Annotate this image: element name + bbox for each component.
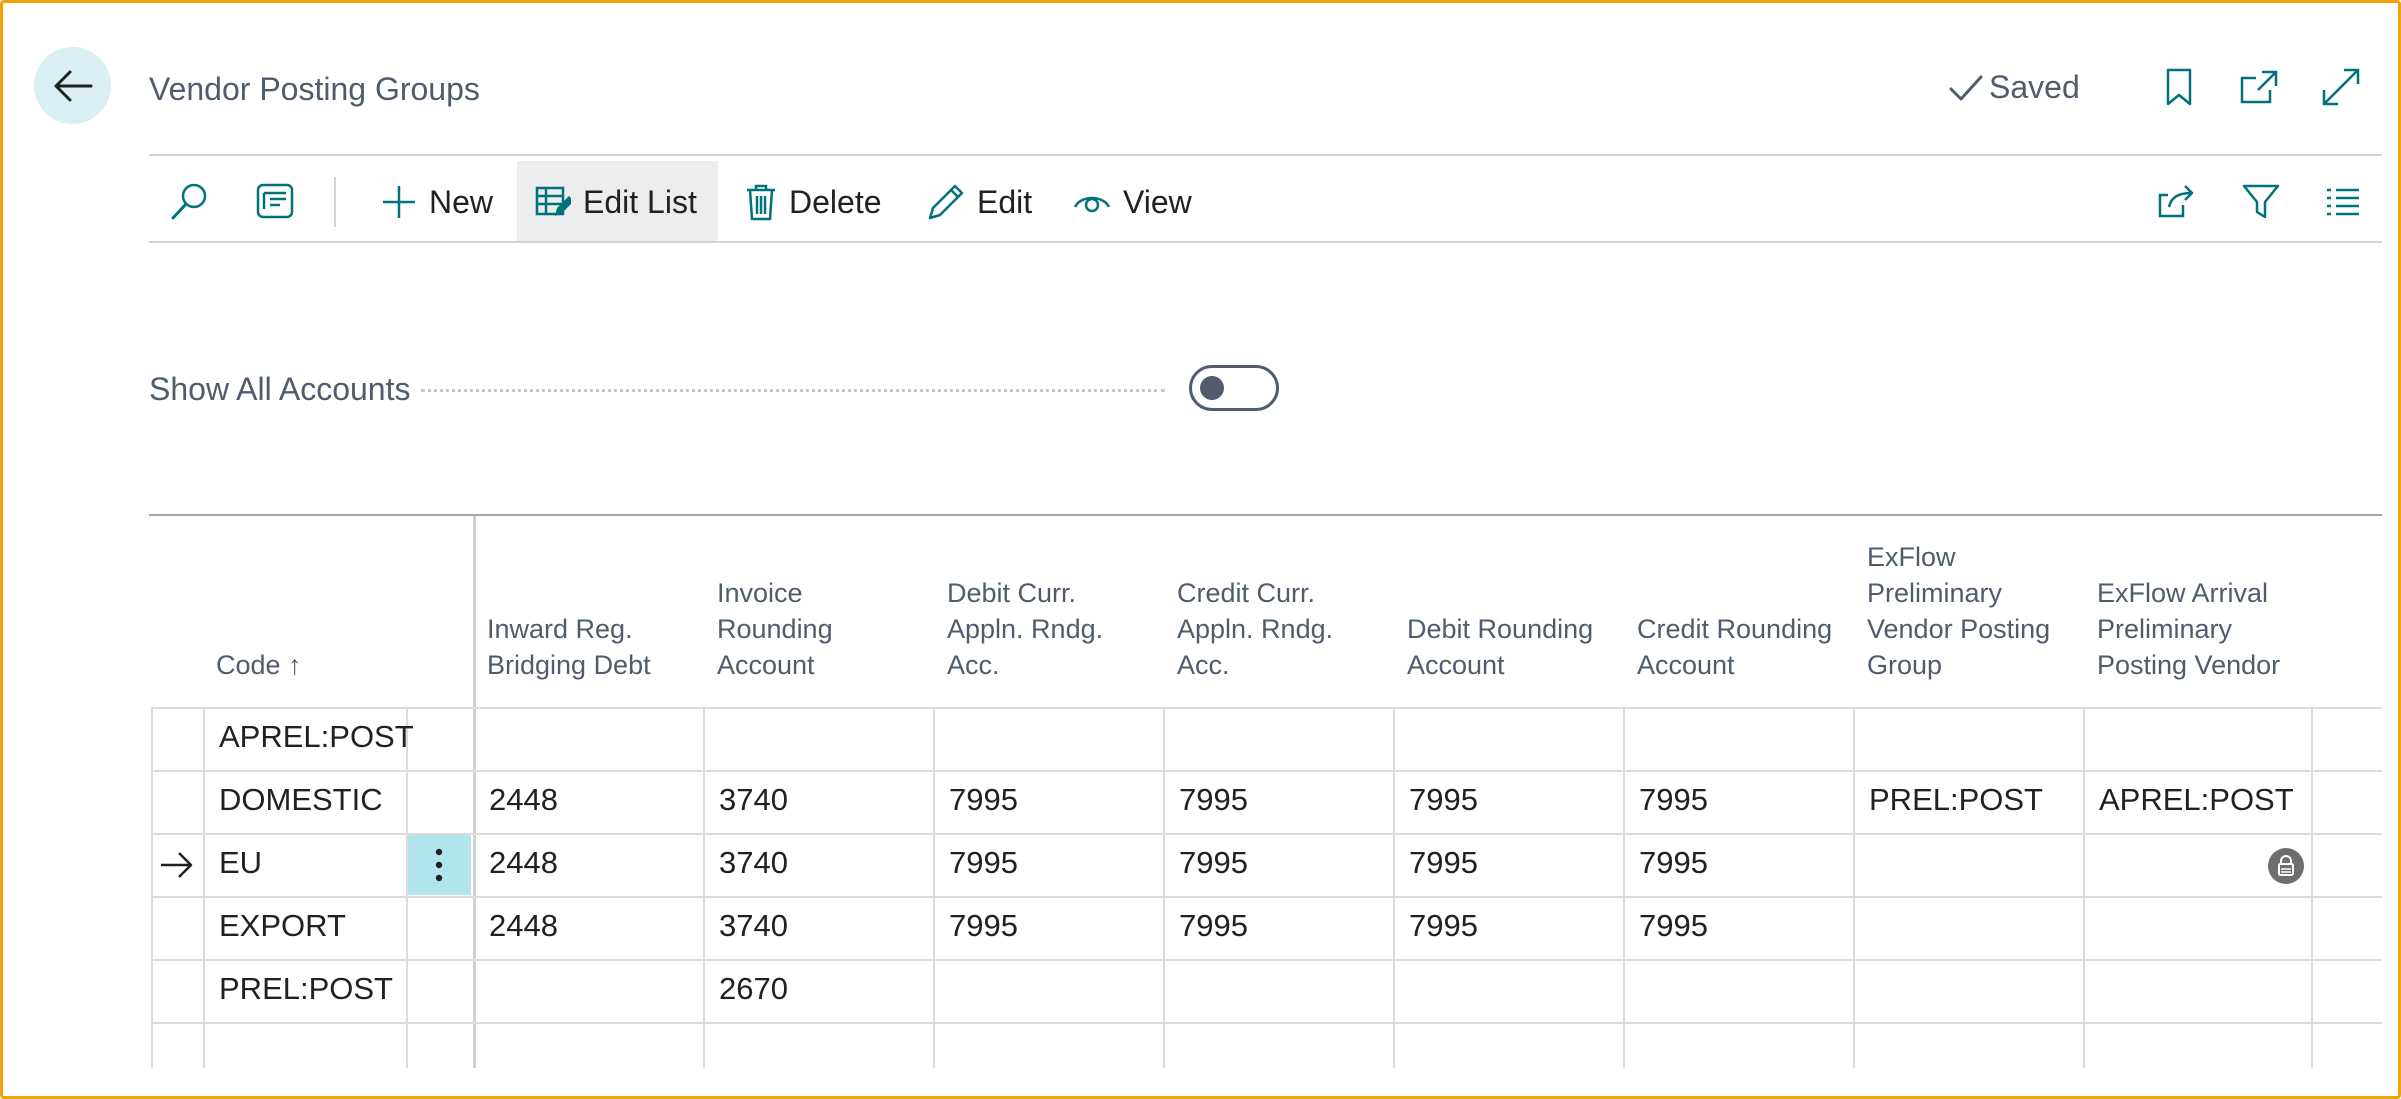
grid-column-line bbox=[1163, 708, 1165, 1068]
table-cell[interactable]: 7995 bbox=[1409, 782, 1478, 818]
table-cell[interactable]: 7995 bbox=[1639, 782, 1708, 818]
table-cell[interactable]: 7995 bbox=[1639, 908, 1708, 944]
bookmark-icon[interactable] bbox=[2157, 65, 2201, 109]
edit-list-icon bbox=[535, 186, 571, 216]
code-cell[interactable]: EXPORT bbox=[219, 908, 346, 944]
column-header[interactable]: Code ↑ bbox=[216, 647, 396, 683]
edit-list-button[interactable]: Edit List bbox=[517, 161, 718, 243]
open-new-window-icon[interactable] bbox=[2237, 65, 2281, 109]
table-cell[interactable]: 3740 bbox=[719, 782, 788, 818]
table-cell[interactable]: APREL:POST bbox=[2099, 782, 2294, 818]
table-cell[interactable]: 7995 bbox=[1179, 845, 1248, 881]
saved-label: Saved bbox=[1989, 69, 2080, 105]
list-view-icon[interactable] bbox=[2319, 177, 2367, 225]
delete-label: Delete bbox=[789, 183, 882, 220]
grid-column-line bbox=[2311, 708, 2313, 1068]
toolbar-separator bbox=[334, 177, 336, 227]
page-title: Vendor Posting Groups bbox=[149, 71, 480, 107]
back-arrow-icon bbox=[54, 70, 92, 101]
grid-column-line bbox=[1393, 708, 1395, 1068]
grid-top-border bbox=[149, 514, 2382, 516]
table-cell[interactable]: PREL:POST bbox=[1869, 782, 2043, 818]
grid-column-line bbox=[1853, 708, 1855, 1068]
lock-icon bbox=[2268, 848, 2304, 884]
table-cell[interactable]: 2670 bbox=[719, 971, 788, 1007]
grid-row-line bbox=[151, 770, 2382, 772]
table-cell[interactable]: 7995 bbox=[1409, 908, 1478, 944]
show-all-accounts-toggle[interactable] bbox=[1189, 365, 1279, 411]
column-header[interactable]: Debit Curr. Appln. Rndg. Acc. bbox=[947, 575, 1147, 683]
grid-column-line bbox=[2083, 708, 2085, 1068]
edit-list-label: Edit List bbox=[583, 183, 697, 220]
table-cell[interactable]: 2448 bbox=[489, 845, 558, 881]
checkmark-icon bbox=[1949, 75, 1983, 100]
toggle-knob bbox=[1200, 376, 1224, 400]
table-cell[interactable]: 3740 bbox=[719, 908, 788, 944]
grid-column-line bbox=[151, 708, 153, 1068]
saved-status: Saved bbox=[1949, 69, 2080, 106]
table-cell[interactable]: 7995 bbox=[1639, 845, 1708, 881]
grid-row-line bbox=[151, 707, 2382, 709]
current-row-arrow-icon bbox=[159, 849, 195, 881]
grid-row-line bbox=[151, 959, 2382, 961]
table-cell[interactable]: 7995 bbox=[949, 782, 1018, 818]
code-cell[interactable]: DOMESTIC bbox=[219, 782, 383, 818]
view-label: View bbox=[1123, 183, 1192, 220]
grid-column-line bbox=[473, 516, 476, 1068]
pencil-icon bbox=[928, 184, 964, 220]
back-button[interactable] bbox=[34, 47, 111, 124]
table-cell[interactable]: 2448 bbox=[489, 908, 558, 944]
column-header[interactable]: Debit Rounding Account bbox=[1407, 611, 1607, 683]
page-frame: Vendor Posting Groups Saved New Edit Lis… bbox=[0, 0, 2401, 1099]
grid-row-line bbox=[151, 1022, 2382, 1024]
grid-column-line bbox=[703, 708, 705, 1068]
grid-column-line bbox=[933, 708, 935, 1068]
column-header[interactable]: Credit Curr. Appln. Rndg. Acc. bbox=[1177, 575, 1377, 683]
trash-icon bbox=[747, 184, 775, 221]
table-cell[interactable]: 7995 bbox=[949, 845, 1018, 881]
code-cell[interactable]: PREL:POST bbox=[219, 971, 393, 1007]
row-actions-button[interactable] bbox=[407, 835, 471, 895]
filter-icon[interactable] bbox=[2237, 177, 2285, 225]
code-cell[interactable]: EU bbox=[219, 845, 262, 881]
column-header[interactable]: ExFlow Preliminary Vendor Posting Group bbox=[1867, 539, 2077, 683]
edit-button[interactable]: Edit bbox=[909, 161, 1050, 243]
new-button[interactable]: New bbox=[363, 161, 511, 243]
dotted-leader bbox=[421, 389, 1165, 392]
header-divider bbox=[149, 154, 2382, 156]
grid-column-line bbox=[1623, 708, 1625, 1068]
search-icon[interactable] bbox=[166, 177, 214, 225]
grid-row-line bbox=[151, 833, 2382, 835]
toolbar-divider bbox=[149, 241, 2382, 243]
grid-column-line bbox=[203, 708, 205, 1068]
show-all-accounts-label: Show All Accounts bbox=[149, 371, 411, 407]
table-cell[interactable]: 2448 bbox=[489, 782, 558, 818]
column-header[interactable]: ExFlow Arrival Preliminary Posting Vendo… bbox=[2097, 575, 2307, 683]
share-icon[interactable] bbox=[2153, 177, 2201, 225]
edit-label: Edit bbox=[977, 183, 1033, 220]
view-button[interactable]: View bbox=[1055, 161, 1210, 243]
code-cell[interactable]: APREL:POST bbox=[219, 719, 414, 755]
table-cell[interactable]: 7995 bbox=[1409, 845, 1478, 881]
table-cell[interactable]: 3740 bbox=[719, 845, 788, 881]
table-cell[interactable]: 7995 bbox=[1179, 782, 1248, 818]
expand-icon[interactable] bbox=[2319, 65, 2363, 109]
column-header[interactable]: Inward Reg. Bridging Debt bbox=[487, 611, 687, 683]
table-cell[interactable]: 7995 bbox=[1179, 908, 1248, 944]
grid-column-line bbox=[406, 708, 408, 1068]
column-header[interactable]: Credit Rounding Account bbox=[1637, 611, 1837, 683]
more-vertical-icon bbox=[435, 848, 443, 882]
analysis-mode-icon[interactable] bbox=[251, 177, 299, 225]
delete-button[interactable]: Delete bbox=[727, 161, 900, 243]
column-header[interactable]: Invoice Rounding Account bbox=[717, 575, 917, 683]
new-label: New bbox=[429, 183, 494, 220]
plus-icon bbox=[383, 186, 415, 218]
table-cell[interactable]: 7995 bbox=[949, 908, 1018, 944]
grid-row-line bbox=[151, 896, 2382, 898]
eye-icon bbox=[1073, 196, 1111, 213]
